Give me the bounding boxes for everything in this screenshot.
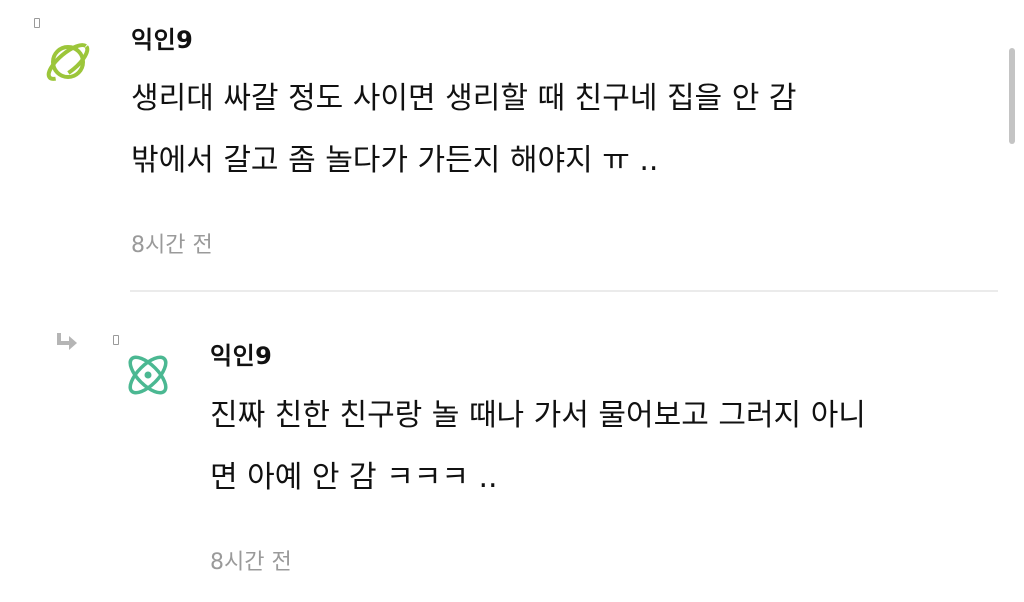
atom-icon[interactable] xyxy=(122,349,174,401)
comment-timestamp: 8시간 전 xyxy=(131,233,213,258)
scrollbar[interactable] xyxy=(1009,48,1015,144)
comment-body-line: 밖에서 갈고 좀 놀다가 가든지 해야지 ㅠ .. xyxy=(131,143,659,178)
reply-arrow-icon xyxy=(56,331,80,353)
comment-body-line: 생리대 싸갈 정도 사이면 생리할 때 친구네 집을 안 감 xyxy=(131,81,797,116)
reply-body-line: 진짜 친한 친구랑 놀 때나 가서 물어보고 그러지 아니 xyxy=(210,398,866,433)
reply-timestamp: 8시간 전 xyxy=(210,550,292,575)
comment-thread: 익인9 생리대 싸갈 정도 사이면 생리할 때 친구네 집을 안 감 밖에서 갈… xyxy=(0,0,1024,602)
planet-icon[interactable] xyxy=(42,36,94,88)
comment-body: 생리대 싸갈 정도 사이면 생리할 때 친구네 집을 안 감 밖에서 갈고 좀 … xyxy=(131,68,796,192)
reply-author[interactable]: 익인9 xyxy=(210,336,272,371)
comment-author[interactable]: 익인9 xyxy=(131,20,193,55)
reply-body-line: 면 아예 안 감 ㅋㅋㅋ .. xyxy=(210,460,498,495)
comment-marker xyxy=(34,18,40,28)
reply-body: 진짜 친한 친구랑 놀 때나 가서 물어보고 그러지 아니 면 아예 안 감 ㅋ… xyxy=(210,385,866,509)
reply-marker xyxy=(113,335,119,345)
comment-divider xyxy=(130,290,998,292)
